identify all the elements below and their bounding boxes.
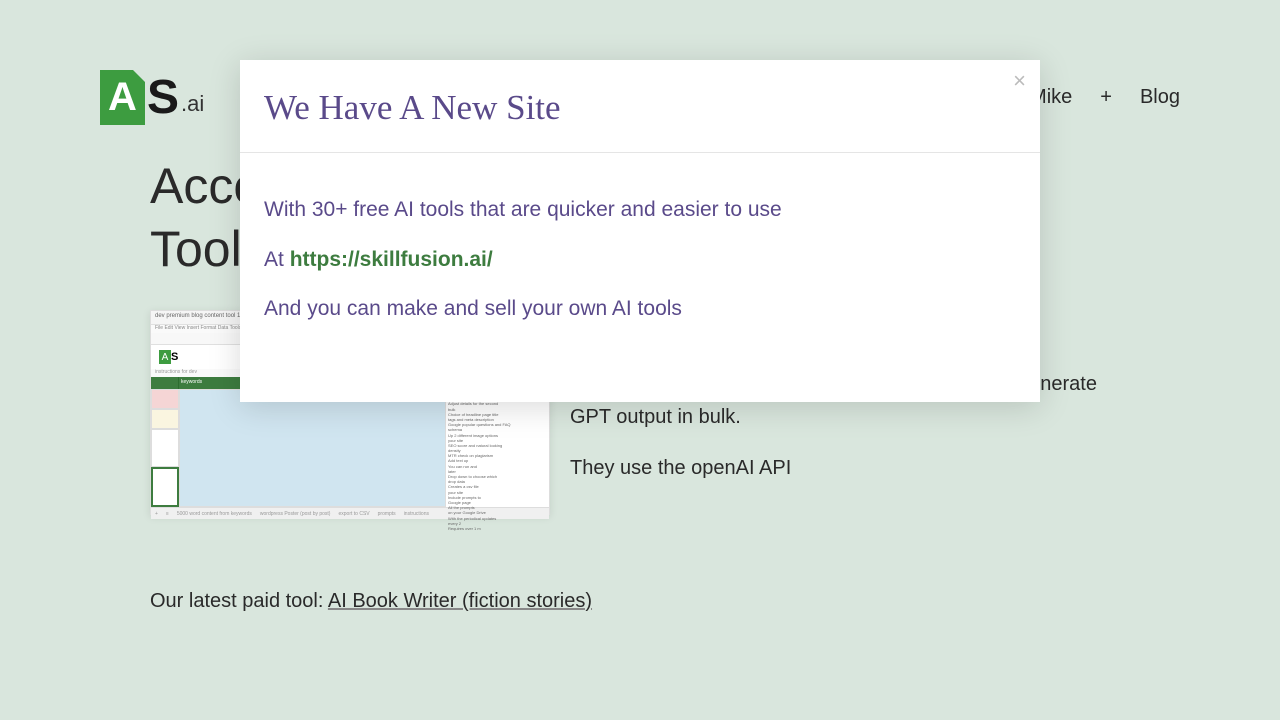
thumb-body: Lorem ipsum text content lines Draft a p… (151, 389, 549, 507)
expand-icon[interactable]: + (1100, 86, 1112, 109)
logo-box: A (100, 70, 145, 125)
modal-body: With 30+ free AI tools that are quicker … (240, 153, 1040, 402)
description-para-2: They use the openAI API (570, 452, 1140, 485)
modal-link[interactable]: https://skillfusion.ai/ (290, 248, 493, 271)
nav: Mike + Blog (1030, 86, 1180, 109)
modal-line-1: With 30+ free AI tools that are quicker … (264, 193, 1016, 227)
logo-letter-a: A (108, 75, 137, 120)
nav-blog[interactable]: Blog (1140, 86, 1180, 109)
thumb-mini-logo: A S (159, 348, 189, 366)
modal-line-3: And you can make and sell your own AI to… (264, 292, 1016, 326)
logo-letter-s: S (147, 70, 179, 125)
latest-tool: Our latest paid tool: AI Book Writer (fi… (150, 590, 1140, 613)
new-site-modal: We Have A New Site × With 30+ free AI to… (240, 60, 1040, 402)
logo[interactable]: A S .ai (100, 70, 204, 125)
modal-header: We Have A New Site × (240, 60, 1040, 153)
logo-suffix: .ai (181, 91, 204, 117)
close-icon[interactable]: × (1013, 70, 1026, 92)
latest-tool-link[interactable]: AI Book Writer (fiction stories) (328, 590, 592, 612)
modal-line-2: At https://skillfusion.ai/ (264, 243, 1016, 277)
modal-title: We Have A New Site (264, 88, 1016, 128)
latest-tool-prefix: Our latest paid tool: (150, 590, 328, 612)
